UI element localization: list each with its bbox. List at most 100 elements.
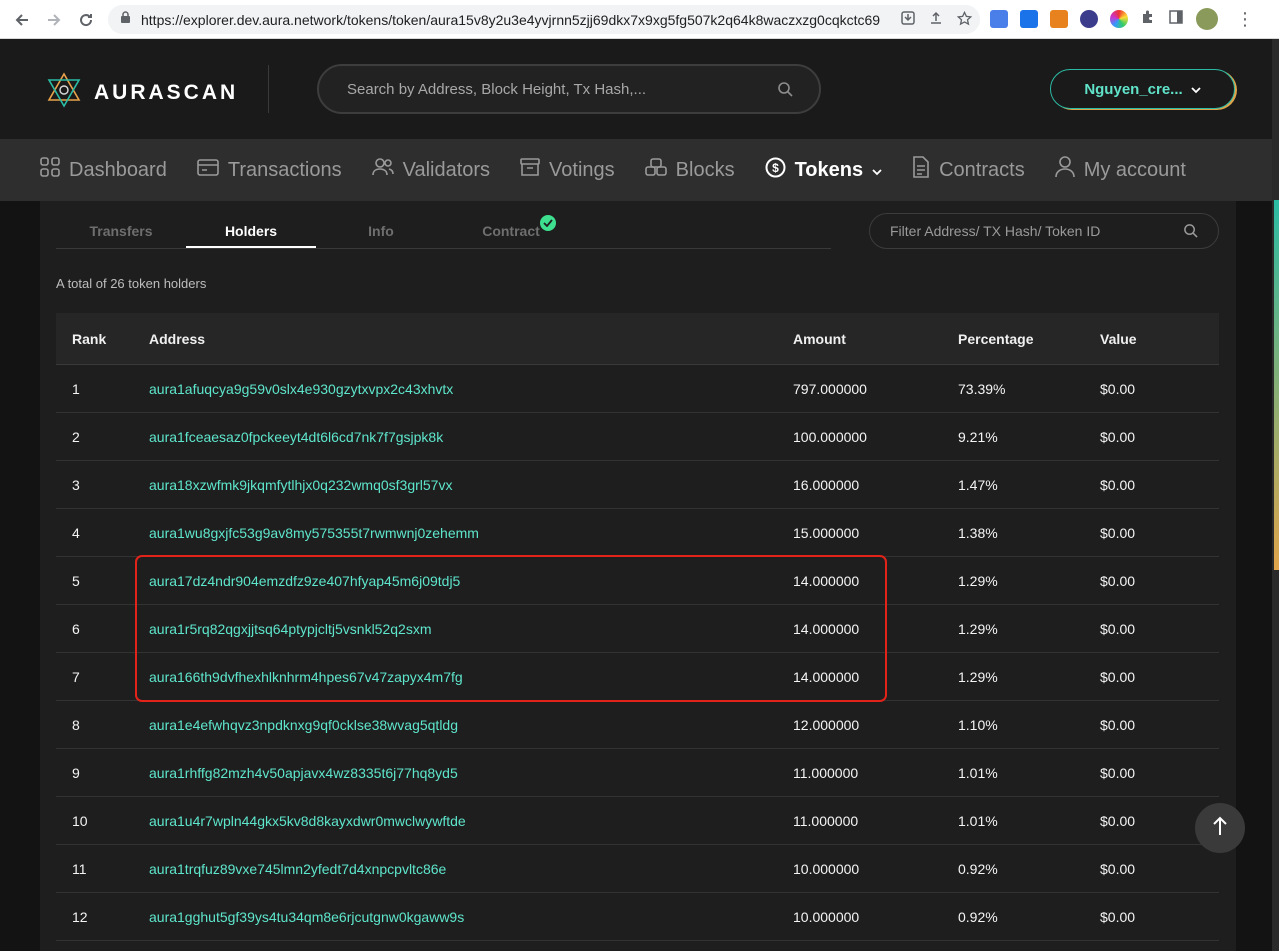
address-link[interactable]: aura1trqfuz89vxe745lmn2yfedt7d4xnpcpvltc… [149, 861, 446, 877]
user-icon [1054, 156, 1075, 184]
amount-cell: 14.000000 [793, 669, 958, 685]
reload-icon[interactable] [70, 4, 102, 36]
address-cell: aura166th9dvfhexhlknhrm4hpes67v47zapyx4m… [149, 669, 793, 685]
menu-dots-icon[interactable]: ⋮ [1236, 9, 1254, 30]
aura-logo-icon [46, 72, 82, 113]
address-link[interactable]: aura1rhffg82mzh4v50apjavx4wz8335t6j77hq8… [149, 765, 458, 781]
rank-cell: 10 [56, 813, 149, 829]
percentage-cell: 1.01% [958, 765, 1100, 781]
k-extension-icon[interactable] [1020, 10, 1038, 28]
amount-cell: 10.000000 [793, 860, 860, 877]
address-link[interactable]: aura1u4r7wpln44gkx5kv8d8kayxdwr0mwclwywf… [149, 813, 466, 829]
value-cell: $0.00 [1100, 717, 1219, 733]
nav-item-tokens[interactable]: $ Tokens [765, 139, 883, 201]
nav-item-transactions[interactable]: Transactions [197, 139, 342, 201]
account-name: Nguyen_cre... [1084, 80, 1183, 98]
value-cell: $0.00 [1100, 429, 1219, 445]
amount-cell: 10.000000 [793, 909, 958, 925]
star-icon[interactable] [956, 10, 973, 29]
tab-transfers[interactable]: Transfers [56, 213, 186, 248]
address-link[interactable]: aura1e4efwhqvz3npdknxg9qf0cklse38wvag5qt… [149, 717, 458, 733]
side-panel-icon[interactable] [1168, 9, 1184, 30]
blocks-icon [644, 157, 667, 183]
nav-item-validators[interactable]: Validators [371, 139, 490, 201]
page-scrollbar-thumb[interactable] [1274, 200, 1279, 570]
scroll-to-top-button[interactable] [1195, 803, 1245, 853]
address-cell: aura1e4efwhqvz3npdknxg9qf0cklse38wvag5qt… [149, 717, 793, 733]
account-menu-button[interactable]: Nguyen_cre... [1050, 69, 1235, 109]
nav-item-blocks[interactable]: Blocks [644, 139, 735, 201]
users-icon [371, 157, 394, 183]
amount-cell: 797.000000 [793, 380, 867, 397]
percentage-cell: 0.92% [958, 861, 1100, 877]
tab-contract[interactable]: Contract [446, 213, 576, 248]
amount-cell: 14.000000 [793, 621, 958, 637]
rank-cell: 1 [56, 381, 149, 397]
amount-cell: 11.000000 [793, 813, 958, 829]
holders-panel: Transfers Holders Info Contract A total … [40, 201, 1236, 951]
tab-holders[interactable]: Holders [186, 213, 316, 248]
address-link[interactable]: aura1fceaesaz0fpckeeyt4dt6l6cd7nk7f7gsjp… [149, 429, 443, 445]
tab-info[interactable]: Info [316, 213, 446, 248]
value-cell: $0.00 [1100, 477, 1219, 493]
percentage-cell: 1.47% [958, 476, 998, 493]
address-link[interactable]: aura166th9dvfhexhlknhrm4hpes67v47zapyx4m… [149, 669, 463, 685]
percentage-cell: 9.21% [958, 429, 1100, 445]
percentage-cell: 1.29% [958, 573, 1100, 589]
install-icon[interactable] [901, 11, 915, 29]
search-icon[interactable] [777, 81, 793, 102]
forward-icon[interactable] [38, 4, 70, 36]
col-address-header: Address [149, 330, 206, 347]
table-row: 8 aura1e4efwhqvz3npdknxg9qf0cklse38wvag5q… [56, 701, 1219, 749]
url-text: https://explorer.dev.aura.network/tokens… [141, 11, 881, 28]
amount-cell: 14.000000 [793, 572, 860, 589]
dollar-coin-icon: $ [765, 157, 786, 184]
profile-avatar-icon[interactable] [1196, 8, 1218, 30]
color-extension-icon[interactable] [1080, 10, 1098, 28]
arrow-up-icon [1212, 816, 1228, 841]
address-link[interactable]: aura1wu8gxjfc53g9av8my575355t7rwmwnj0zeh… [149, 525, 479, 541]
token-tabs: Transfers Holders Info Contract [56, 213, 831, 249]
value-cell: $0.00 [1100, 380, 1136, 397]
address-bar[interactable]: https://explorer.dev.aura.network/tokens… [108, 5, 980, 34]
share-icon[interactable] [929, 11, 943, 29]
nav-item-votings[interactable]: Votings [520, 139, 615, 201]
rank-cell: 12 [72, 908, 88, 925]
aurascan-logo[interactable]: AURASCAN [46, 72, 238, 113]
nav-item-contracts[interactable]: Contracts [912, 139, 1025, 201]
address-cell: aura18xzwfmk9jkqmfytlhjx0q232wmq0sf3grl5… [149, 477, 793, 493]
holders-filter [869, 213, 1219, 249]
global-search-input[interactable] [347, 80, 767, 98]
value-cell: $0.00 [1100, 908, 1136, 925]
address-link[interactable]: aura17dz4ndr904emzdfz9ze407hfyap45m6j09t… [149, 573, 460, 589]
document-icon [912, 156, 930, 184]
address-link[interactable]: aura1gghut5gf39ys4tu34qm8e6rjcutgnw0kgaw… [149, 909, 464, 925]
puzzle-extensions-icon[interactable] [1140, 9, 1156, 30]
percentage-cell: 1.29% [958, 669, 1100, 685]
value-cell: $0.00 [1100, 812, 1136, 829]
value-cell: $0.00 [1100, 668, 1136, 685]
amount-cell: 15.000000 [793, 525, 958, 541]
amount-cell: 10.000000 [793, 908, 860, 925]
holders-filter-input[interactable] [890, 223, 1170, 239]
address-link[interactable]: aura18xzwfmk9jkqmfytlhjx0q232wmq0sf3grl5… [149, 477, 452, 493]
address-link[interactable]: aura1afuqcya9g59v0slx4e930gzytxvpx2c43xh… [149, 381, 453, 397]
back-icon[interactable] [6, 4, 38, 36]
rank-cell: 2 [72, 428, 80, 445]
value-cell: $0.00 [1100, 525, 1219, 541]
address-link[interactable]: aura1r5rq82qgxjjtsq64ptypjcltj5vsnkl52q2… [149, 621, 432, 637]
translate-extension-icon[interactable] [990, 10, 1008, 28]
rank-cell: 11 [72, 860, 87, 877]
header-divider [268, 65, 269, 113]
palette-extension-icon[interactable] [1110, 10, 1128, 28]
main-nav: Dashboard Transactions Validators Voting… [0, 139, 1279, 201]
nav-item-dashboard[interactable]: Dashboard [40, 139, 167, 201]
nav-item-my-account[interactable]: My account [1054, 139, 1186, 201]
rank-cell: 8 [72, 716, 80, 733]
address-cell: aura1wu8gxjfc53g9av8my575355t7rwmwnj0zeh… [149, 525, 793, 541]
metamask-extension-icon[interactable] [1050, 10, 1068, 28]
search-icon[interactable] [1183, 223, 1198, 243]
percentage-cell: 73.39% [958, 381, 1100, 397]
table-row: 4 aura1wu8gxjfc53g9av8my575355t7rwmwnj0ze… [56, 509, 1219, 557]
rank-cell: 1 [72, 380, 80, 397]
